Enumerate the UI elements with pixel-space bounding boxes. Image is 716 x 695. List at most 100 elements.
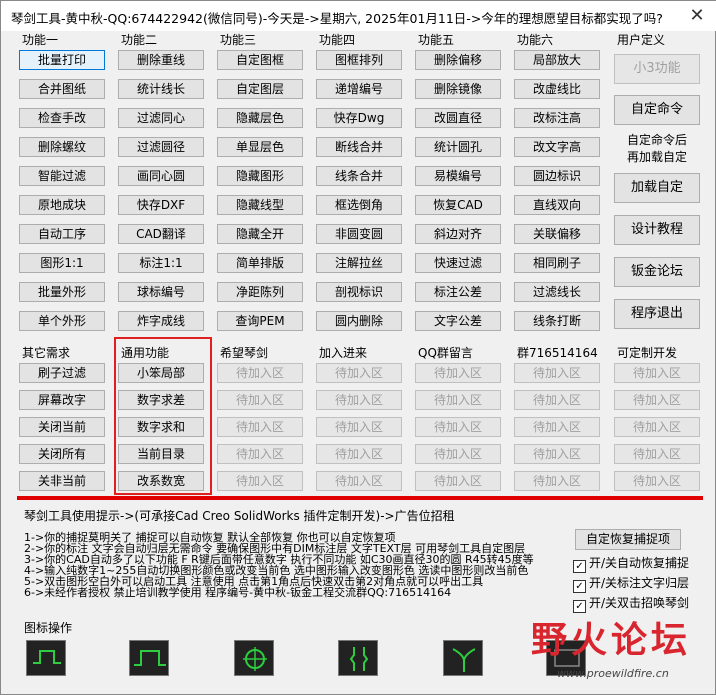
button-g5-6[interactable]: 恢复CAD — [415, 195, 501, 215]
button-g2-8[interactable]: 标注1:1 — [118, 253, 204, 273]
button-g4-7[interactable]: 非圆变圆 — [316, 224, 402, 244]
button-g3-10[interactable]: 查询PEM — [217, 311, 303, 331]
button-g1-4[interactable]: 删除螺纹 — [19, 137, 105, 157]
button-other-1[interactable]: 刷子过滤 — [19, 363, 105, 383]
y-shape-icon[interactable] — [443, 640, 483, 676]
button-g6-9[interactable]: 过滤线长 — [514, 282, 600, 302]
button-other-3[interactable]: 关闭当前 — [19, 417, 105, 437]
checkbox-2[interactable]: ✓ — [573, 580, 586, 593]
button-g2-1[interactable]: 删除重线 — [118, 50, 204, 70]
button-g3-5[interactable]: 隐藏图形 — [217, 166, 303, 186]
notch-up-icon[interactable] — [26, 640, 66, 676]
placeholder-join-1[interactable]: 待加入区 — [316, 363, 402, 383]
placeholder-qun-3[interactable]: 待加入区 — [514, 417, 600, 437]
button-g2-7[interactable]: CAD翻译 — [118, 224, 204, 244]
button-g6-6[interactable]: 直线双向 — [514, 195, 600, 215]
placeholder-qun-5[interactable]: 待加入区 — [514, 471, 600, 491]
button-g3-6[interactable]: 隐藏线型 — [217, 195, 303, 215]
placeholder-qq-2[interactable]: 待加入区 — [415, 390, 501, 410]
placeholder-qun-4[interactable]: 待加入区 — [514, 444, 600, 464]
button-g5-3[interactable]: 改圆直径 — [415, 108, 501, 128]
placeholder-custom_dev-3[interactable]: 待加入区 — [614, 417, 700, 437]
placeholder-qq-4[interactable]: 待加入区 — [415, 444, 501, 464]
placeholder-custom_dev-5[interactable]: 待加入区 — [614, 471, 700, 491]
placeholder-qq-1[interactable]: 待加入区 — [415, 363, 501, 383]
button-other-4[interactable]: 关闭所有 — [19, 444, 105, 464]
button-g6-1[interactable]: 局部放大 — [514, 50, 600, 70]
button-g1-5[interactable]: 智能过滤 — [19, 166, 105, 186]
button-g2-2[interactable]: 统计线长 — [118, 79, 204, 99]
restore-snap-button[interactable]: 自定恢复捕捉项 — [575, 529, 681, 550]
button-g5-7[interactable]: 斜边对齐 — [415, 224, 501, 244]
placeholder-qun-1[interactable]: 待加入区 — [514, 363, 600, 383]
button-g4-6[interactable]: 框选倒角 — [316, 195, 402, 215]
button-g5-4[interactable]: 统计圆孔 — [415, 137, 501, 157]
placeholder-join-5[interactable]: 待加入区 — [316, 471, 402, 491]
placeholder-join-4[interactable]: 待加入区 — [316, 444, 402, 464]
button-g3-4[interactable]: 单显层色 — [217, 137, 303, 157]
placeholder-join-2[interactable]: 待加入区 — [316, 390, 402, 410]
notch-wide-icon[interactable] — [129, 640, 169, 676]
placeholder-join-3[interactable]: 待加入区 — [316, 417, 402, 437]
button-g2-5[interactable]: 画同心圆 — [118, 166, 204, 186]
checkbox-1[interactable]: ✓ — [573, 560, 586, 573]
button-g1-2[interactable]: 合并图纸 — [19, 79, 105, 99]
checkbox-row-2[interactable]: ✓ 开/关标注文字归层 — [573, 574, 689, 593]
button-g5-1[interactable]: 删除偏移 — [415, 50, 501, 70]
button-g4-4[interactable]: 断线合并 — [316, 137, 402, 157]
checkbox-row-1[interactable]: ✓ 开/关自动恢复捕捉 — [573, 554, 689, 573]
placeholder-hope-2[interactable]: 待加入区 — [217, 390, 303, 410]
button-g3-1[interactable]: 自定图框 — [217, 50, 303, 70]
button-g3-7[interactable]: 隐藏全开 — [217, 224, 303, 244]
button-g2-10[interactable]: 炸字成线 — [118, 311, 204, 331]
exit-program-button[interactable]: 程序退出 — [614, 299, 700, 329]
button-g4-1[interactable]: 图框排列 — [316, 50, 402, 70]
placeholder-qq-3[interactable]: 待加入区 — [415, 417, 501, 437]
button-g2-9[interactable]: 球标编号 — [118, 282, 204, 302]
button-g5-5[interactable]: 易模编号 — [415, 166, 501, 186]
button-g3-3[interactable]: 隐藏层色 — [217, 108, 303, 128]
sheetmetal-forum-button[interactable]: 钣金论坛 — [614, 257, 700, 287]
button-g5-9[interactable]: 标注公差 — [415, 282, 501, 302]
placeholder-hope-1[interactable]: 待加入区 — [217, 363, 303, 383]
button-g5-2[interactable]: 删除镜像 — [415, 79, 501, 99]
button-g3-8[interactable]: 简单排版 — [217, 253, 303, 273]
placeholder-custom_dev-4[interactable]: 待加入区 — [614, 444, 700, 464]
button-g1-6[interactable]: 原地成块 — [19, 195, 105, 215]
button-g3-2[interactable]: 自定图层 — [217, 79, 303, 99]
button-g4-3[interactable]: 快存Dwg — [316, 108, 402, 128]
button-g5-8[interactable]: 快速过滤 — [415, 253, 501, 273]
button-g4-8[interactable]: 注解拉丝 — [316, 253, 402, 273]
button-g6-3[interactable]: 改标注高 — [514, 108, 600, 128]
button-g6-7[interactable]: 关联偏移 — [514, 224, 600, 244]
button-g3-9[interactable]: 净距陈列 — [217, 282, 303, 302]
button-g6-5[interactable]: 圆边标识 — [514, 166, 600, 186]
button-g6-8[interactable]: 相同刷子 — [514, 253, 600, 273]
placeholder-qun-2[interactable]: 待加入区 — [514, 390, 600, 410]
button-g1-10[interactable]: 单个外形 — [19, 311, 105, 331]
button-other-5[interactable]: 关非当前 — [19, 471, 105, 491]
circle-center-icon[interactable] — [234, 640, 274, 676]
button-g2-6[interactable]: 快存DXF — [118, 195, 204, 215]
placeholder-custom_dev-1[interactable]: 待加入区 — [614, 363, 700, 383]
load-custom-button[interactable]: 加载自定 — [614, 173, 700, 203]
design-tutorial-button[interactable]: 设计教程 — [614, 215, 700, 245]
placeholder-custom_dev-2[interactable]: 待加入区 — [614, 390, 700, 410]
close-icon[interactable]: ✕ — [679, 1, 715, 31]
button-g6-10[interactable]: 线条打断 — [514, 311, 600, 331]
button-g1-7[interactable]: 自动工序 — [19, 224, 105, 244]
button-g4-2[interactable]: 递增编号 — [316, 79, 402, 99]
button-g4-5[interactable]: 线条合并 — [316, 166, 402, 186]
placeholder-hope-3[interactable]: 待加入区 — [217, 417, 303, 437]
button-g4-10[interactable]: 圆内删除 — [316, 311, 402, 331]
placeholder-hope-4[interactable]: 待加入区 — [217, 444, 303, 464]
button-g6-2[interactable]: 改虚线比 — [514, 79, 600, 99]
button-g1-8[interactable]: 图形1:1 — [19, 253, 105, 273]
button-g4-9[interactable]: 剖视标识 — [316, 282, 402, 302]
placeholder-hope-5[interactable]: 待加入区 — [217, 471, 303, 491]
button-g2-3[interactable]: 过滤同心 — [118, 108, 204, 128]
placeholder-qq-5[interactable]: 待加入区 — [415, 471, 501, 491]
button-g6-4[interactable]: 改文字高 — [514, 137, 600, 157]
button-other-2[interactable]: 屏幕改字 — [19, 390, 105, 410]
bracket-pair-icon[interactable] — [338, 640, 378, 676]
